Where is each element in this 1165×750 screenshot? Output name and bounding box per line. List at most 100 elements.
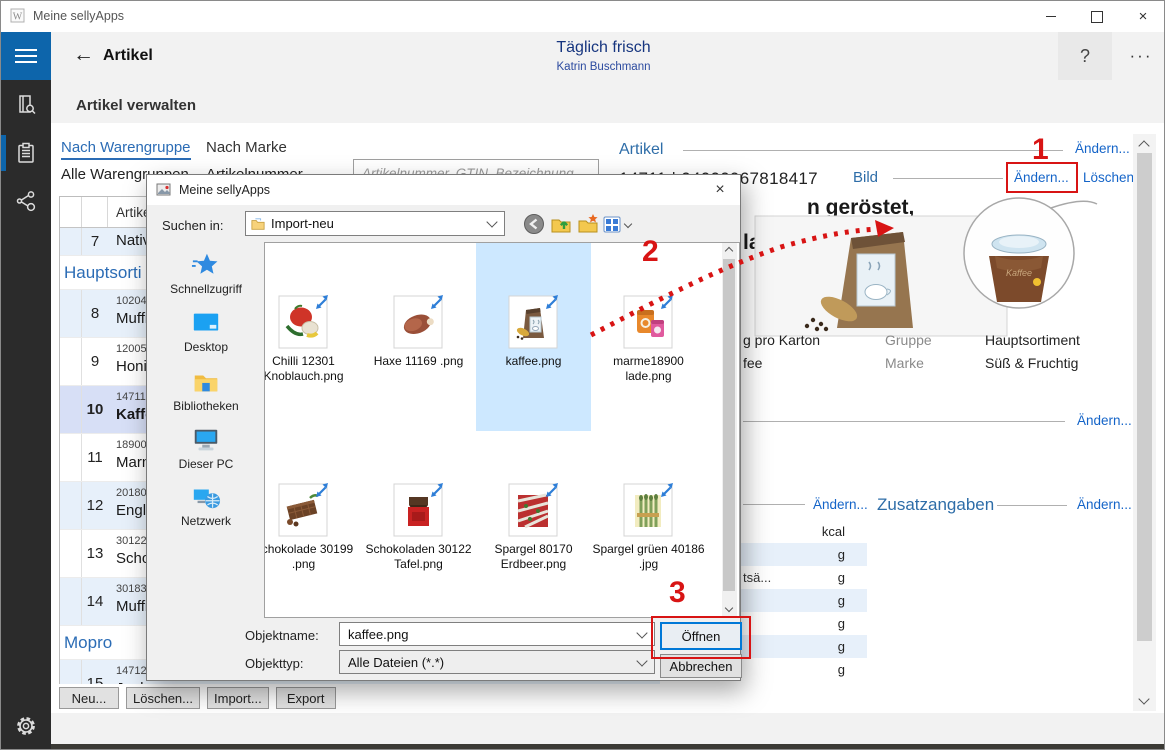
lookin-label: Suchen in: [162,218,223,233]
file-item[interactable]: kaffee.png [476,243,591,431]
back-arrow-icon[interactable]: ← [73,43,94,67]
nav-active-indicator [1,135,6,171]
annotation-step-1: 1 [1032,133,1049,167]
close-button[interactable]: × [1120,1,1165,32]
settings-gear-icon[interactable] [14,714,38,738]
objektname-combobox[interactable]: kaffee.png [339,622,655,646]
file-item[interactable]: marme18900 lade.png [591,243,706,431]
file-item[interactable]: Chilli 12301 Knoblauch.png [264,243,361,431]
articles-clipboard-icon[interactable] [14,141,38,165]
article-change-link[interactable]: Ändern... [1075,141,1130,156]
hamburger-menu-icon[interactable] [1,32,51,80]
svg-text:Kaffee: Kaffee [1006,268,1032,278]
dialog-titlebar: Meine sellyApps × [147,175,740,205]
libraries-icon [191,367,221,397]
file-list[interactable]: Chilli 12301 Knoblauch.png Haxe 11169 .p… [264,242,740,618]
desktop-edge [51,744,1165,750]
share-icon[interactable] [14,189,38,213]
place-bibliotheken[interactable]: Bibliotheken [152,367,260,413]
window-title: Meine sellyApps [33,9,124,23]
file-list-scrollbar[interactable] [722,243,737,617]
svg-text:W: W [13,12,23,23]
dialog-logo-icon [156,182,172,198]
nav-rail [1,80,51,750]
file-item[interactable]: Schokoladen 30122 Tafel.png [361,431,476,618]
nutrient-row: tsä...g [741,566,867,589]
catalog-search-icon[interactable] [14,93,38,117]
help-button[interactable]: ? [1058,32,1112,80]
tab-by-brand[interactable]: Nach Marke [206,139,287,156]
erdbeer-thumbnail-icon [507,481,561,539]
extras-title: Zusatzangaben [877,495,994,515]
quick-access-icon [191,250,221,280]
annotation-step-2: 2 [642,235,659,269]
lookin-value: Import-neu [271,216,334,231]
haxe-thumbnail-icon [392,293,446,351]
back-icon[interactable] [523,213,545,235]
file-item[interactable]: Haxe 11169 .png [361,243,476,431]
page-title: Artikel [103,47,153,65]
footer-button-2[interactable]: Löschen... [126,687,200,709]
tab-by-group[interactable]: Nach Warengruppe [61,139,191,160]
up-one-level-icon[interactable] [550,213,572,235]
footer-button-3[interactable]: Import... [207,687,269,709]
network-icon [191,482,221,512]
lookin-combobox[interactable]: Import-neu [245,211,505,236]
nutrition-table: kcalgtsä...ggggg [741,520,867,681]
more-button[interactable]: ··· [1118,32,1164,80]
place-schnellzugriff[interactable]: Schnellzugriff [152,250,260,296]
user-name: Katrin Buschmann [451,61,756,73]
section2-change-link[interactable]: Ändern... [1077,413,1132,428]
shop-name: Täglich frisch [451,39,756,57]
place-dieser-pc[interactable]: Dieser PC [152,425,260,471]
file-item[interactable]: Spargel grüen 40186 .jpg [591,431,706,618]
chilli-thumbnail-icon [277,293,331,351]
carton-fragment: g pro Karton [743,332,820,348]
view-menu-icon[interactable] [602,213,624,235]
objekttyp-value: Alle Dateien (*.*) [340,655,444,670]
objektname-value: kaffee.png [340,627,408,642]
objektname-label: Objektname: [245,628,319,643]
file-item[interactable]: Schokolade 30199 .png [264,431,361,618]
nutrient-row: g [741,612,867,635]
place-desktop[interactable]: Desktop [152,308,260,354]
nutrient-row: g [741,658,867,681]
annotation-step-3: 3 [669,576,686,610]
spargel-thumbnail-icon [622,481,676,539]
marmelade-thumbnail-icon [622,293,676,351]
folder-small-icon [250,217,266,231]
extras-change-link[interactable]: Ändern... [1077,497,1132,512]
dialog-close-icon[interactable]: × [708,179,732,201]
chevron-down-icon [486,216,497,227]
image-label: Bild [853,169,878,186]
brand-value: Süß & Fruchtig [985,355,1078,371]
annotation-box-3 [651,616,751,659]
place-netzwerk[interactable]: Netzwerk [152,482,260,528]
schokolade-thumbnail-icon [277,481,331,539]
objekttyp-combobox[interactable]: Alle Dateien (*.*) [339,650,655,674]
app-window: W Meine sellyApps × ← Artikel Täglich fr… [0,0,1165,750]
minimize-button[interactable] [1028,1,1074,32]
app-logo-icon: W [10,8,26,24]
main-scrollbar-thumb[interactable] [1137,153,1152,641]
new-folder-icon[interactable] [577,213,599,235]
nutrient-row: g [741,543,867,566]
maximize-button[interactable] [1074,1,1120,32]
file-list-scrollbar-thumb[interactable] [723,259,735,591]
section-heading: Artikel verwalten [76,97,196,114]
view-menu-chevron-icon[interactable] [624,220,632,228]
kaffee-thumbnail-icon [507,293,561,351]
objekttyp-label: Objekttyp: [245,656,304,671]
footer-button-4[interactable]: Export [276,687,336,709]
article-image: Kaffee [751,196,1131,341]
file-item[interactable]: Spargel 80170 Erdbeer.png [476,431,591,618]
this-pc-icon [191,425,221,455]
titlebar: W Meine sellyApps × [1,1,1165,32]
nutrient-row: g [741,635,867,658]
account-header: Täglich frisch Katrin Buschmann [451,39,756,73]
nutrient-row: g [741,589,867,612]
footer-button-1[interactable]: Neu... [59,687,119,709]
dialog-title: Meine sellyApps [179,183,270,197]
desktop-icon [191,308,221,338]
nutrition-change-link[interactable]: Ändern... [813,497,868,512]
